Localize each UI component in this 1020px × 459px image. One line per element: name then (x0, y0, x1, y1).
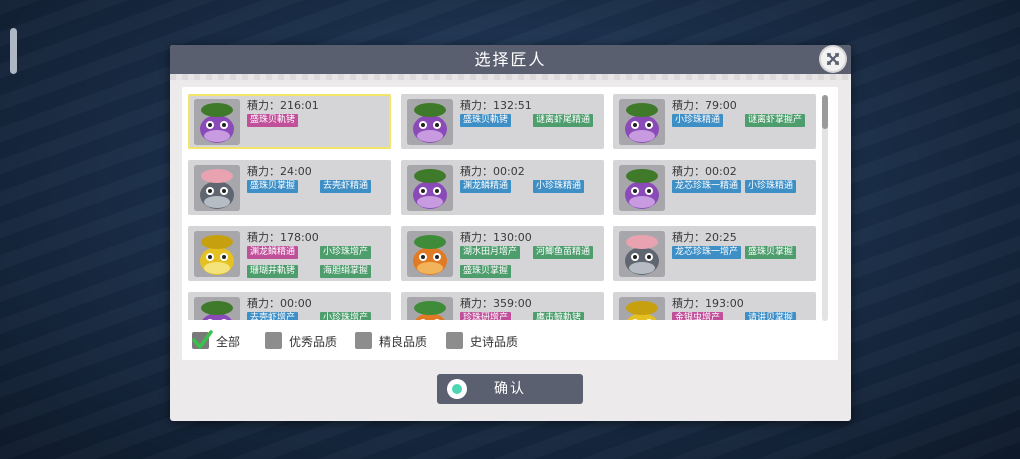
filter-excellent-label: 优秀品质 (289, 335, 338, 349)
purple-fish-portrait-icon (407, 165, 453, 211)
craftsman-portrait (194, 297, 240, 320)
craftsman-grid[interactable]: 積力：216:01 盛珠贝軌铐 積力：132:51 盛珠贝軌铐 谜离虾尾精通 積力：79:… (182, 87, 822, 320)
craftsman-power: 積力：20:25 (672, 231, 737, 244)
purple-fish-portrait-icon (194, 99, 240, 145)
skill-tag: 鹰击鲸軌铐 (533, 312, 585, 320)
skill-tag: 去壳虾精通 (320, 180, 372, 193)
grid-scrollbar[interactable] (822, 95, 828, 321)
skill-tag: 小珍珠增产 (320, 246, 372, 259)
craftsman-power: 積力：00:00 (247, 297, 312, 310)
skill-tag: 渊龙鳞精通 (460, 180, 512, 193)
craftsman-card[interactable]: 積力：24:00 盛珠贝掌握 去壳虾精通 (188, 160, 391, 215)
skill-tag: 渊龙鳞精通 (247, 246, 299, 259)
skill-tag: 小珍珠精通 (533, 180, 585, 193)
craftsman-card[interactable]: 積力：130:00 湖水田月增产 河鲫鱼苗精通盛珠贝掌握 (401, 226, 604, 281)
craftsman-card[interactable]: 積力：359:00 珍珠研增产 鹰击鲸軌铐 (401, 292, 604, 320)
skill-tag: 湖水田月增产 (460, 246, 521, 259)
header-decor-strip (170, 74, 851, 80)
craftsman-card[interactable]: 積力：00:02 渊龙鳞精通 小珍珠精通 (401, 160, 604, 215)
craftsman-card[interactable]: 積力：00:02 龙芯珍珠一精通 小珍珠精通 (613, 160, 816, 215)
craftsman-card[interactable]: 積力：00:00 去壳虾增产 小珍珠增产 (188, 292, 391, 320)
craftsman-card[interactable]: 積力：178:00 渊龙鳞精通 小珍珠增产珊瑚井軌铐 海胆绢掌握 (188, 226, 391, 281)
purple-fish-portrait-icon (407, 99, 453, 145)
craftsman-portrait (407, 165, 453, 211)
craftsman-power: 積力：178:00 (247, 231, 319, 244)
skill-tag: 海胆绢掌握 (320, 265, 372, 278)
yellow-fish-portrait-icon (619, 297, 665, 320)
craftsman-panel: 積力：216:01 盛珠贝軌铐 積力：132:51 盛珠贝軌铐 谜离虾尾精通 積力：79:… (182, 87, 838, 360)
close-x-icon (826, 52, 840, 66)
filter-epic-label: 史诗品质 (470, 335, 519, 349)
craftsman-power: 積力：193:00 (672, 297, 744, 310)
dialog-title: 选择匠人 (474, 50, 547, 69)
purple-fish-portrait-icon (194, 297, 240, 320)
orange-fish-portrait-icon (407, 231, 453, 277)
select-craftsman-dialog: 选择匠人 積力：216:01 盛珠贝軌铐 積力：132:51 盛珠贝軌铐 谜离虾尾精通積… (170, 45, 851, 421)
craftsman-card[interactable]: 積力：193:00 金银虫增产 请讲贝掌握 (613, 292, 816, 320)
craftsman-portrait (619, 99, 665, 145)
skill-tag: 小珍珠增产 (320, 312, 372, 320)
craftsman-power: 積力：24:00 (247, 165, 312, 178)
craftsman-power: 積力：132:51 (460, 99, 532, 112)
skill-tag: 龙芯珍珠一增产 (672, 246, 742, 259)
filter-excellent-checkbox[interactable] (265, 332, 282, 349)
shell-fish-portrait-icon (194, 165, 240, 211)
skill-tag: 盛珠贝掌握 (247, 180, 299, 193)
skill-tag: 请讲贝掌握 (745, 312, 797, 320)
filter-epic-checkbox[interactable] (446, 332, 463, 349)
shell-fish-portrait-icon (619, 231, 665, 277)
craftsman-card[interactable]: 積力：20:25 龙芯珍珠一增产 盛珠贝掌握 (613, 226, 816, 281)
craftsman-power: 積力：00:02 (672, 165, 737, 178)
craftsman-portrait (407, 99, 453, 145)
skill-tag: 小珍珠精通 (745, 180, 797, 193)
skill-tag: 金银虫增产 (672, 312, 724, 320)
craftsman-power: 積力：359:00 (460, 297, 532, 310)
craftsman-power: 積力：79:00 (672, 99, 737, 112)
skill-tag: 小珍珠精通 (672, 114, 724, 127)
skill-tag: 谜离虾尾精通 (533, 114, 594, 127)
orange-fish-portrait-icon (407, 297, 453, 320)
confirm-button[interactable]: 确认 (437, 374, 583, 404)
purple-fish-portrait-icon (619, 99, 665, 145)
craftsman-card[interactable]: 積力：216:01 盛珠贝軌铐 (188, 94, 391, 149)
craftsman-card[interactable]: 積力：132:51 盛珠贝軌铐 谜离虾尾精通 (401, 94, 604, 149)
craftsman-portrait (619, 297, 665, 320)
purple-fish-portrait-icon (619, 165, 665, 211)
close-button[interactable] (821, 47, 845, 71)
skill-tag: 盛珠贝軌铐 (247, 114, 299, 127)
side-menu-handle[interactable] (10, 28, 17, 74)
filter-fine-label: 精良品质 (379, 335, 428, 349)
filter-all-checkbox[interactable] (192, 330, 213, 349)
craftsman-portrait (194, 165, 240, 211)
skill-tag: 盛珠贝軌铐 (460, 114, 512, 127)
filter-all-label: 全部 (216, 335, 241, 349)
craftsman-portrait (619, 231, 665, 277)
skill-tag: 珊瑚井軌铐 (247, 265, 299, 278)
skill-tag: 盛珠贝掌握 (460, 265, 512, 278)
craftsman-portrait (619, 165, 665, 211)
skill-tag: 盛珠贝掌握 (745, 246, 797, 259)
craftsman-portrait (407, 231, 453, 277)
craftsman-power: 積力：216:01 (247, 99, 319, 112)
checkmark-icon (192, 330, 213, 349)
skill-tag: 谜离虾掌握产 (745, 114, 806, 127)
skill-tag: 龙芯珍珠一精通 (672, 180, 742, 193)
skill-tag: 去壳虾增产 (247, 312, 299, 320)
craftsman-portrait (194, 231, 240, 277)
skill-tag: 珍珠研增产 (460, 312, 512, 320)
scrollbar-thumb[interactable] (822, 95, 828, 129)
skill-tag: 河鲫鱼苗精通 (533, 246, 594, 259)
craftsman-power: 積力：00:02 (460, 165, 525, 178)
filter-fine-checkbox[interactable] (355, 332, 372, 349)
confirm-label: 确认 (494, 381, 526, 397)
craftsman-card[interactable]: 積力：79:00 小珍珠精通 谜离虾掌握产 (613, 94, 816, 149)
yellow-fish-portrait-icon (194, 231, 240, 277)
craftsman-portrait (194, 99, 240, 145)
craftsman-power: 積力：130:00 (460, 231, 532, 244)
craftsman-portrait (407, 297, 453, 320)
